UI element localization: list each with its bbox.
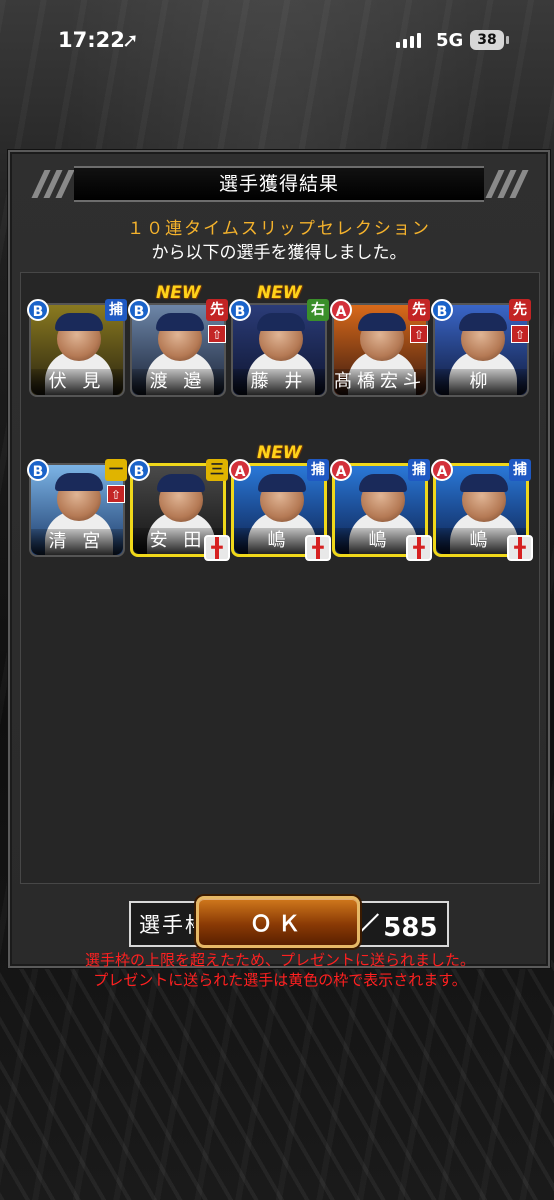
player-cap xyxy=(156,313,204,331)
player-name: 伏 見 xyxy=(31,369,123,395)
player-cap xyxy=(459,313,507,331)
rocket-icon: ➚ xyxy=(122,28,139,52)
player-name: 渡 邉 xyxy=(132,369,224,395)
gift-icon: ✚ xyxy=(406,535,432,561)
rank-badge: A xyxy=(330,459,352,481)
player-cap xyxy=(55,473,103,491)
player-card[interactable]: 髙橋宏斗 A 先 ⇧ xyxy=(330,299,430,397)
selection-name: １０連タイムスリップセレクション xyxy=(127,219,431,239)
rank-badge: B xyxy=(27,299,49,321)
position-badge: 一 xyxy=(105,459,127,481)
player-card[interactable]: 嶋 A 捕 ✚ xyxy=(431,459,533,561)
player-card[interactable]: 柳 B 先 ⇧ xyxy=(431,299,531,397)
position-badge: 捕 xyxy=(307,459,329,481)
player-name: 藤 井 xyxy=(233,369,325,395)
player-list-area: 伏 見B捕渡 邉 B 先 ⇧ NEW 藤 井 B 右 NEW 髙橋宏斗 A 先 ⇧ 柳 B 先 ⇧ 清 宮 B 一 ⇧ 安… xyxy=(20,272,540,989)
player-cap xyxy=(258,474,306,492)
rank-badge: B xyxy=(27,459,49,481)
player-card[interactable]: 清 宮 B 一 ⇧ xyxy=(27,459,127,557)
status-bar: 17:22 ➚ 5G 38 xyxy=(0,0,554,80)
position-badge: 先 xyxy=(206,299,228,321)
rank-badge: A xyxy=(431,459,453,481)
rank-badge: A xyxy=(229,459,251,481)
dialog-title: 選手獲得結果 xyxy=(74,166,484,202)
position-badge: 捕 xyxy=(408,459,430,481)
position-badge: 三 xyxy=(206,459,228,481)
rank-badge: B xyxy=(128,459,150,481)
player-cap xyxy=(460,474,508,492)
player-cap xyxy=(359,474,407,492)
signal-icon xyxy=(396,33,421,48)
player-cap xyxy=(358,313,406,331)
player-name: 清 宮 xyxy=(31,529,123,555)
position-badge: 右 xyxy=(307,299,329,321)
position-badge: 先 xyxy=(408,299,430,321)
new-badge: NEW xyxy=(156,283,201,303)
rank-badge: B xyxy=(229,299,251,321)
condition-up-icon: ⇧ xyxy=(208,325,226,343)
battery-nub xyxy=(506,36,509,44)
warning-message-1: 選手枠の上限を超えたため、プレゼントに送られました。 xyxy=(84,951,475,969)
condition-up-icon: ⇧ xyxy=(107,485,125,503)
player-card[interactable]: 嶋 A 捕 NEW ✚ xyxy=(229,443,331,561)
background-stadium xyxy=(0,960,554,1200)
condition-up-icon: ⇧ xyxy=(410,325,428,343)
position-badge: 捕 xyxy=(509,459,531,481)
rank-badge: A xyxy=(330,299,352,321)
gift-icon: ✚ xyxy=(204,535,230,561)
player-cap xyxy=(257,313,305,331)
player-card[interactable]: 安 田 B 三 ✚ xyxy=(128,459,230,561)
player-name: 髙橋宏斗 xyxy=(334,369,426,395)
network-type: 5G xyxy=(436,30,464,51)
position-badge: 捕 xyxy=(105,299,127,321)
title-right-decoration xyxy=(485,170,529,198)
player-card[interactable]: 嶋 A 捕 ✚ xyxy=(330,459,432,561)
new-badge: NEW xyxy=(257,443,302,463)
player-card[interactable]: 藤 井 B 右 NEW xyxy=(229,283,329,397)
acquired-message: から以下の選手を獲得しました。 xyxy=(151,243,407,263)
player-card[interactable]: 伏 見 B 捕 xyxy=(27,299,127,397)
condition-up-icon: ⇧ xyxy=(511,325,529,343)
title-left-decoration xyxy=(30,170,75,198)
roster-max: 585 xyxy=(383,913,438,943)
player-card[interactable]: 渡 邉 B 先 ⇧ NEW xyxy=(128,283,228,397)
status-time: 17:22 xyxy=(58,28,125,52)
rank-badge: B xyxy=(128,299,150,321)
result-dialog: 選手獲得結果 １０連タイムスリップセレクション から以下の選手を獲得しました。 … xyxy=(8,150,550,989)
ok-button[interactable]: ＯＫ xyxy=(196,896,360,948)
position-badge: 先 xyxy=(509,299,531,321)
player-cards: 伏 見B捕渡 邉 B 先 ⇧ NEW 藤 井 B 右 NEW 髙橋宏斗 A 先 ⇧ 柳 B 先 ⇧ 清 宮 B 一 ⇧ 安… xyxy=(27,279,535,699)
player-cap xyxy=(157,474,205,492)
battery-icon: 38 xyxy=(470,30,504,50)
warning-message-2: プレゼントに送られた選手は黄色の枠で表示されます。 xyxy=(93,971,467,989)
player-name: 柳 xyxy=(435,369,527,395)
new-badge: NEW xyxy=(257,283,302,303)
rank-badge: B xyxy=(431,299,453,321)
gift-icon: ✚ xyxy=(305,535,331,561)
gift-icon: ✚ xyxy=(507,535,533,561)
player-cap xyxy=(55,313,103,331)
